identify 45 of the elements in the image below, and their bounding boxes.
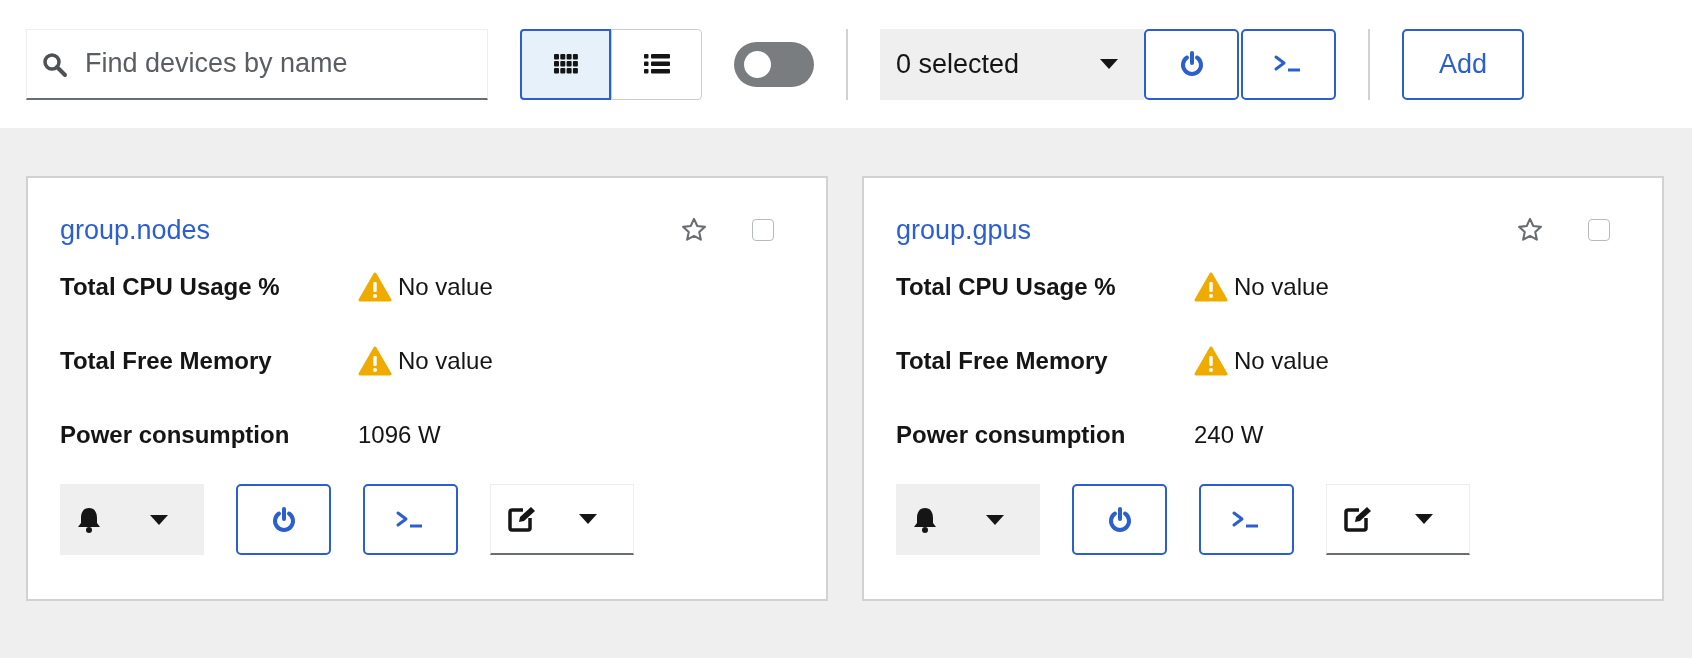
search-field[interactable]: Find devices by name	[26, 28, 488, 100]
metric-label: Total CPU Usage %	[60, 273, 281, 301]
grid-view-button[interactable]	[520, 28, 611, 100]
star-icon[interactable]	[1516, 216, 1544, 244]
alerts-dropdown[interactable]	[896, 484, 1040, 555]
edit-icon	[507, 505, 537, 533]
caret-icon	[986, 514, 1004, 525]
metric-label: Total CPU Usage %	[896, 273, 1117, 301]
terminal-button[interactable]	[1199, 484, 1294, 555]
metric-value: No value	[1234, 273, 1329, 301]
edit-icon	[1343, 505, 1373, 533]
list-icon	[643, 54, 670, 74]
metric-label: Power consumption	[60, 421, 291, 449]
caret-icon	[579, 514, 597, 524]
list-view-button[interactable]	[611, 28, 702, 100]
star-icon[interactable]	[680, 216, 708, 244]
select-checkbox[interactable]	[752, 219, 774, 241]
metric-value: 1096 W	[358, 421, 441, 449]
device-name-link[interactable]: group.nodes	[60, 214, 211, 246]
alerts-dropdown[interactable]	[60, 484, 204, 555]
metric-value: No value	[1234, 347, 1329, 375]
terminal-button[interactable]	[363, 484, 458, 555]
metric-value: No value	[398, 347, 493, 375]
terminal-button[interactable]	[1241, 28, 1336, 100]
toggle-switch[interactable]	[734, 41, 814, 87]
metric-value: 240 W	[1194, 421, 1264, 449]
add-button[interactable]: Add	[1402, 28, 1524, 100]
metric-label: Total Free Memory	[896, 347, 1109, 375]
bell-icon	[76, 505, 102, 534]
metric-value: No value	[398, 273, 493, 301]
power-button[interactable]	[236, 484, 331, 555]
select-checkbox[interactable]	[1588, 219, 1610, 241]
caret-icon	[150, 514, 168, 525]
device-name-link[interactable]: group.gpus	[896, 214, 1032, 246]
edit-dropdown[interactable]	[490, 484, 634, 555]
power-button[interactable]	[1144, 28, 1239, 100]
power-button[interactable]	[1072, 484, 1167, 555]
bell-icon	[912, 505, 938, 534]
caret-icon	[1415, 514, 1433, 524]
caret-icon	[1100, 59, 1118, 69]
metric-label: Total Free Memory	[60, 347, 273, 375]
edit-dropdown[interactable]	[1326, 484, 1470, 555]
grid-icon	[553, 54, 578, 74]
bulk-select-dropdown[interactable]: 0 selected	[880, 28, 1144, 100]
metric-label: Power consumption	[896, 421, 1127, 449]
